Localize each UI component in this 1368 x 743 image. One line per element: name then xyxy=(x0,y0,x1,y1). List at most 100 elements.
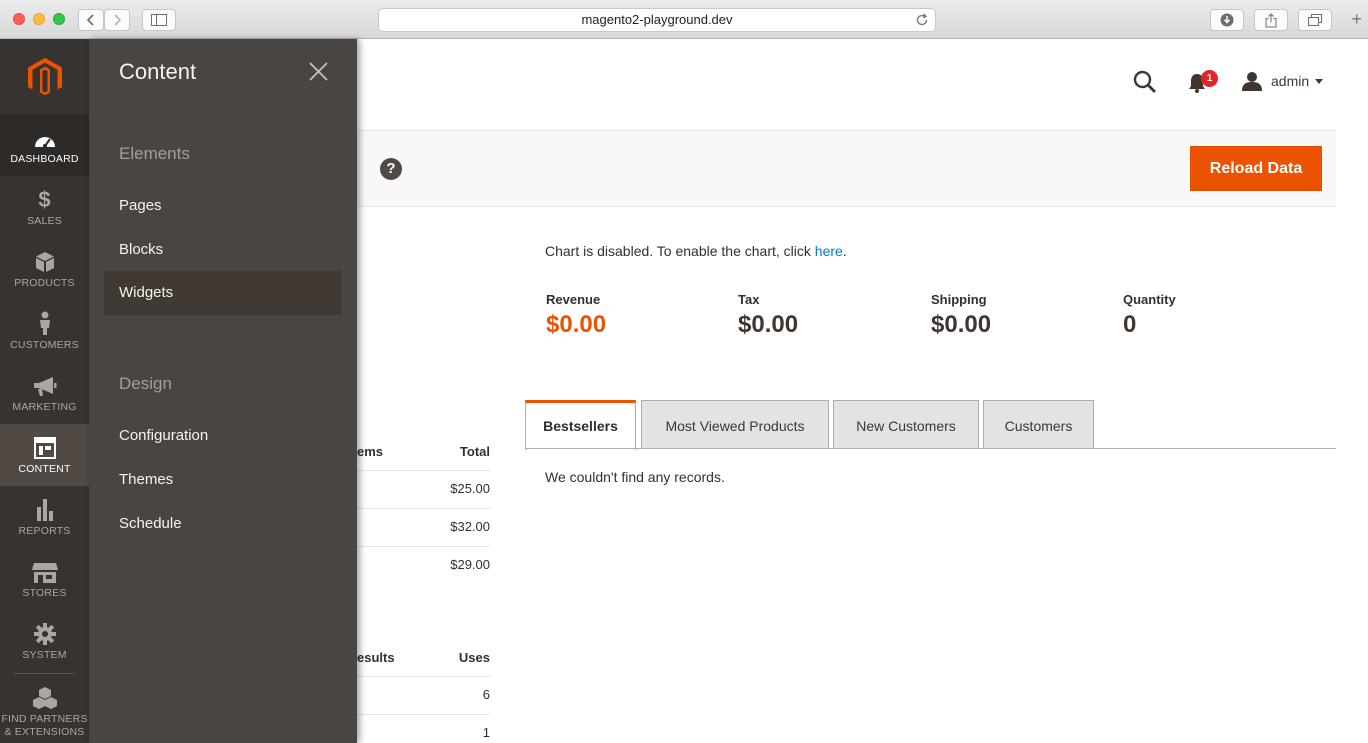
chart-disabled-message: Chart is disabled. To enable the chart, … xyxy=(545,243,847,259)
orders-table-header-items: ems xyxy=(357,444,384,459)
flyout-link-widgets[interactable]: Widgets xyxy=(104,271,342,315)
nav-label: SALES xyxy=(27,215,62,227)
search-table-header-results: esults xyxy=(357,650,395,665)
flyout-heading-design: Design xyxy=(119,374,172,393)
nav-label: FIND PARTNERS xyxy=(1,713,88,725)
new-tab-icon[interactable]: + xyxy=(1351,10,1362,28)
reload-data-button[interactable]: Reload Data xyxy=(1190,146,1322,191)
zoom-window-button[interactable] xyxy=(53,13,65,25)
url-text: magento2-playground.dev xyxy=(581,12,733,27)
storefront-icon xyxy=(0,548,89,583)
nav-label: REPORTS xyxy=(18,525,71,537)
admin-user-menu[interactable]: admin xyxy=(1271,73,1309,89)
table-row: $32.00 xyxy=(450,519,490,534)
table-row: 6 xyxy=(482,687,490,702)
flyout-link-themes[interactable]: Themes xyxy=(104,458,342,502)
magento-logo-icon xyxy=(27,57,62,95)
flyout-link-blocks[interactable]: Blocks xyxy=(104,228,342,272)
global-search-button[interactable] xyxy=(1133,70,1157,99)
close-window-button[interactable] xyxy=(13,13,25,25)
close-icon[interactable] xyxy=(309,62,328,86)
flyout-title: Content xyxy=(119,59,197,84)
megaphone-icon xyxy=(0,362,89,397)
nav-label: & EXTENSIONS xyxy=(4,726,85,738)
nav-label: DASHBOARD xyxy=(10,153,79,165)
downloads-button[interactable] xyxy=(1210,9,1244,31)
chevron-left-icon xyxy=(86,14,94,26)
total-quantity: Quantity 0 xyxy=(1123,292,1176,338)
boxes-icon xyxy=(0,679,89,709)
magento-logo[interactable] xyxy=(0,39,89,114)
user-avatar-icon[interactable] xyxy=(1242,71,1262,96)
caret-down-icon[interactable] xyxy=(1315,79,1323,84)
nav-dashboard[interactable]: DASHBOARD xyxy=(0,114,89,176)
table-row-divider xyxy=(357,508,490,509)
flyout-link-schedule[interactable]: Schedule xyxy=(104,502,342,546)
share-button[interactable] xyxy=(1254,9,1288,31)
table-row-divider xyxy=(357,546,490,547)
dollar-icon: $ xyxy=(38,187,51,212)
search-table-header-uses: Uses xyxy=(458,650,490,665)
gear-icon xyxy=(0,610,89,645)
nav-reports[interactable]: REPORTS xyxy=(0,486,89,548)
flyout-link-pages[interactable]: Pages xyxy=(104,184,342,228)
tab-customers[interactable]: Customers xyxy=(983,400,1094,449)
forward-button[interactable] xyxy=(104,9,130,31)
download-icon xyxy=(1220,13,1234,27)
chevron-right-icon xyxy=(114,14,122,26)
table-row: 1 xyxy=(482,725,490,740)
nav-label: SYSTEM xyxy=(22,649,67,661)
notification-count-badge: 1 xyxy=(1201,70,1218,87)
bar-chart-icon xyxy=(0,486,89,521)
content-submenu-flyout: Content Elements Pages Blocks Widgets De… xyxy=(89,39,357,743)
browser-toolbar: magento2-playground.dev + xyxy=(0,0,1368,39)
total-tax: Tax $0.00 xyxy=(738,292,799,338)
nav-label: PRODUCTS xyxy=(14,277,75,289)
reload-page-icon[interactable] xyxy=(915,12,929,34)
search-icon xyxy=(1133,70,1156,93)
tabs-overview-button[interactable] xyxy=(1298,9,1332,31)
share-icon xyxy=(1265,12,1277,27)
tabs-icon xyxy=(1308,14,1322,26)
tabs-divider xyxy=(525,448,1336,449)
nav-find-partners[interactable]: FIND PARTNERS & EXTENSIONS xyxy=(0,679,89,743)
sidebar-icon xyxy=(151,14,167,26)
nav-sales[interactable]: $ SALES xyxy=(0,176,89,238)
table-row: $25.00 xyxy=(450,481,490,496)
total-revenue: Revenue $0.00 xyxy=(546,292,607,338)
tab-bestsellers[interactable]: Bestsellers xyxy=(525,400,636,450)
nav-marketing[interactable]: MARKETING xyxy=(0,362,89,424)
enable-chart-link[interactable]: here xyxy=(815,243,843,259)
address-bar[interactable]: magento2-playground.dev xyxy=(378,8,936,32)
minimize-window-button[interactable] xyxy=(33,13,45,25)
sidebar-toggle-button[interactable] xyxy=(142,9,176,31)
tab-new-customers[interactable]: New Customers xyxy=(833,400,979,449)
nav-customers[interactable]: CUSTOMERS xyxy=(0,300,89,362)
orders-table-header-total: Total xyxy=(459,444,490,459)
back-button[interactable] xyxy=(78,9,104,31)
layout-icon xyxy=(0,424,89,459)
nav-label: CONTENT xyxy=(18,463,71,475)
tab-most-viewed-products[interactable]: Most Viewed Products xyxy=(641,400,829,449)
person-icon xyxy=(0,300,89,335)
nav-label: MARKETING xyxy=(12,401,77,413)
flyout-link-configuration[interactable]: Configuration xyxy=(104,414,342,458)
flyout-heading-elements: Elements xyxy=(119,144,190,163)
cube-icon xyxy=(0,238,89,273)
help-icon[interactable]: ? xyxy=(380,158,402,180)
table-row-divider xyxy=(357,470,490,471)
nav-label: STORES xyxy=(22,587,67,599)
nav-label: CUSTOMERS xyxy=(10,339,79,351)
admin-sidebar: DASHBOARD $ SALES PRODUCTS CUSTOMERS MAR… xyxy=(0,39,89,743)
table-row-divider xyxy=(357,676,490,677)
empty-state-message: We couldn't find any records. xyxy=(545,469,725,485)
table-row-divider xyxy=(357,714,490,715)
nav-divider xyxy=(14,673,75,674)
total-shipping: Shipping $0.00 xyxy=(931,292,992,338)
dashboard-gauge-icon xyxy=(0,114,89,149)
nav-products[interactable]: PRODUCTS xyxy=(0,238,89,300)
nav-stores[interactable]: STORES xyxy=(0,548,89,610)
table-row: $29.00 xyxy=(450,557,490,572)
nav-content[interactable]: CONTENT xyxy=(0,424,89,486)
nav-system[interactable]: SYSTEM xyxy=(0,610,89,672)
